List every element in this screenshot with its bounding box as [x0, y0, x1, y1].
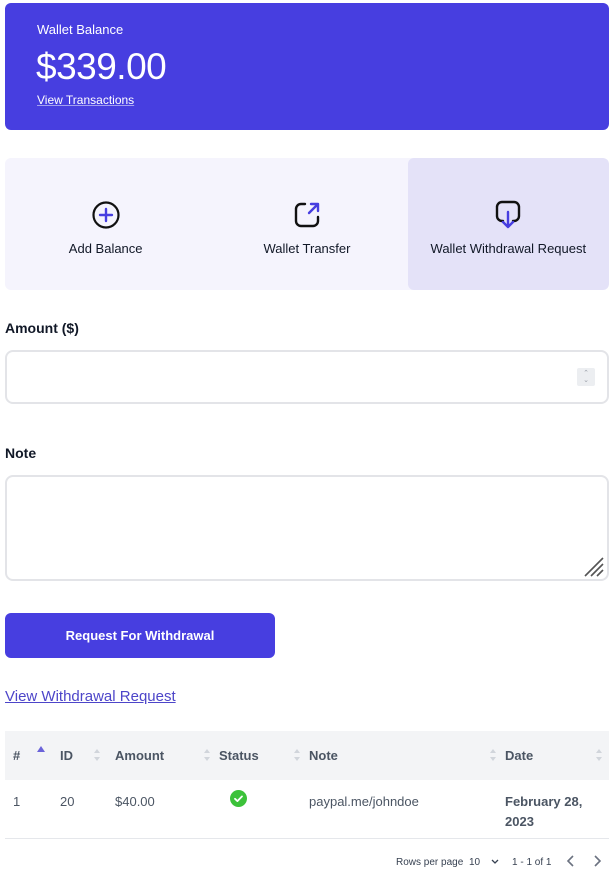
wallet-balance-label: Wallet Balance: [37, 22, 124, 37]
cell-amount: $40.00: [115, 794, 155, 809]
request-withdrawal-button[interactable]: Request For Withdrawal: [5, 613, 275, 658]
sort-icon: [294, 749, 300, 761]
wallet-balance-amount: $339.00: [36, 46, 167, 87]
column-header-index[interactable]: #: [5, 731, 60, 780]
cell-status: [219, 780, 309, 838]
column-header-amount[interactable]: Amount: [115, 731, 219, 780]
add-balance-button[interactable]: Add Balance: [5, 158, 206, 290]
sort-ascending-icon: [37, 746, 45, 752]
wallet-balance-card: Wallet Balance $339.00 View Transactions: [5, 3, 609, 130]
next-page-icon[interactable]: [590, 854, 604, 868]
external-arrow-icon: [294, 202, 320, 227]
sort-icon: [204, 749, 210, 761]
amount-label: Amount ($): [5, 320, 79, 336]
wallet-withdrawal-request-button[interactable]: Wallet Withdrawal Request: [407, 158, 609, 290]
sort-icon: [94, 749, 100, 761]
sort-icon: [596, 749, 602, 761]
withdrawal-table: # ID Amount Status Note Date 1 20 $40.00: [5, 731, 609, 839]
wallet-transfer-button[interactable]: Wallet Transfer: [206, 158, 407, 290]
stepper-up-icon[interactable]: ⌃: [583, 370, 589, 377]
wallet-withdrawal-request-label: Wallet Withdrawal Request: [430, 240, 587, 256]
status-approved-check-icon: [230, 790, 247, 807]
page-range: 1 - 1 of 1: [512, 857, 552, 868]
plus-circle-icon: [92, 200, 120, 229]
resize-grip-icon[interactable]: [583, 556, 605, 578]
stepper-down-icon[interactable]: ⌄: [583, 377, 589, 384]
amount-input[interactable]: [5, 350, 609, 404]
pagination: Rows per page 10 1 - 1 of 1: [0, 852, 609, 874]
rows-per-page-select[interactable]: 10: [469, 857, 499, 868]
add-balance-label: Add Balance: [68, 240, 143, 256]
amount-stepper[interactable]: ⌃ ⌄: [577, 368, 595, 386]
wallet-actions: Add Balance Wallet Transfer Wallet Withd…: [5, 158, 609, 290]
cell-note: paypal.me/johndoe: [309, 794, 419, 809]
note-textarea[interactable]: [5, 475, 609, 581]
table-row: 1 20 $40.00 paypal.me/johndoe February 2…: [5, 780, 609, 839]
sort-icon: [490, 749, 496, 761]
table-header: # ID Amount Status Note Date: [5, 731, 609, 780]
withdraw-down-arrow-icon: [496, 200, 521, 228]
wallet-transfer-label: Wallet Transfer: [263, 240, 351, 256]
cell-index: 1: [13, 794, 21, 809]
cell-date: February 28, 2023: [505, 794, 583, 829]
column-header-note[interactable]: Note: [309, 731, 505, 780]
column-header-id[interactable]: ID: [60, 731, 115, 780]
view-withdrawal-request-link[interactable]: View Withdrawal Request: [5, 688, 176, 705]
previous-page-icon[interactable]: [564, 854, 578, 868]
rows-per-page-label: Rows per page: [396, 857, 464, 868]
chevron-down-icon: [491, 859, 499, 864]
column-header-date[interactable]: Date: [505, 731, 609, 780]
column-header-status[interactable]: Status: [219, 731, 309, 780]
cell-id: 20: [60, 794, 75, 809]
note-label: Note: [5, 445, 37, 461]
view-transactions-link[interactable]: View Transactions: [37, 93, 134, 107]
